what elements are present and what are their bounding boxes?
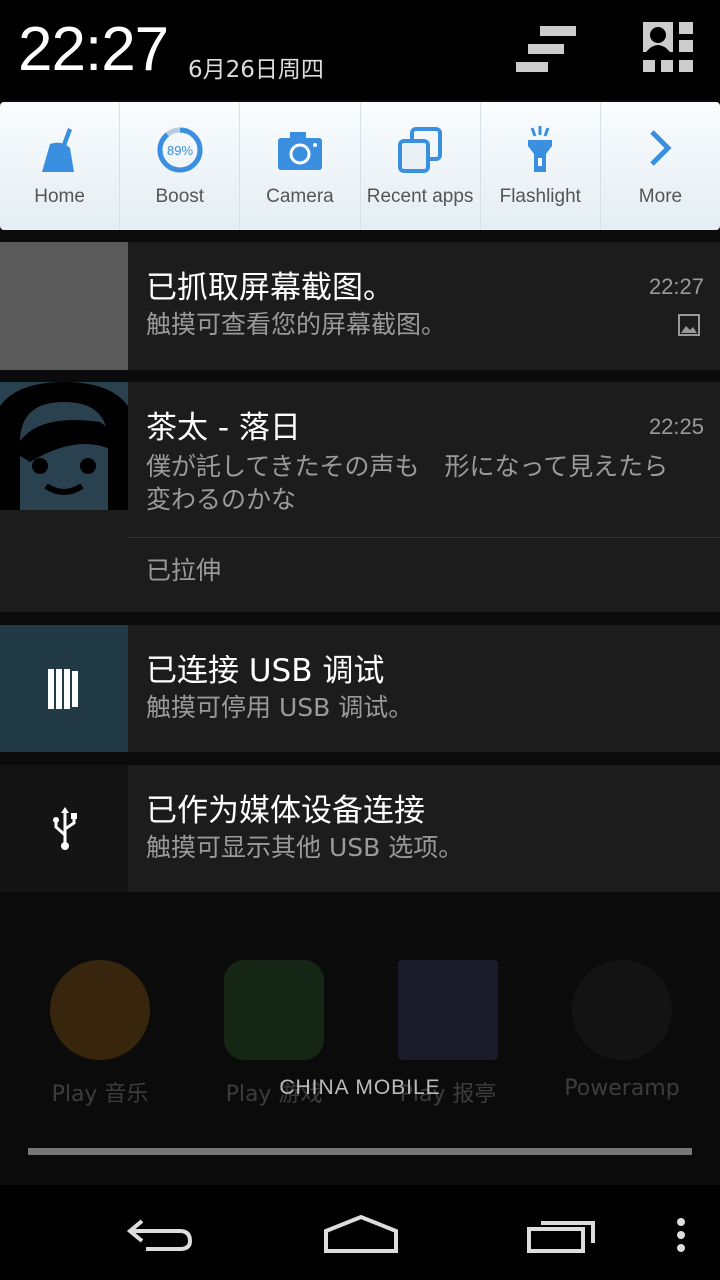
tile-label: Camera [266,186,334,207]
tile-camera[interactable]: Camera [240,102,361,230]
quick-panel: Home 89% Boost Camera Recent apps Flashli… [0,102,720,230]
notification-title: 已连接 USB 调试 [146,653,385,689]
notification-text: 触摸可显示其他 USB 选项。 [146,833,464,862]
notification-text: 僕が託してきたその声も 形になって見えたら変わるのかな [146,452,669,514]
chevron-right-icon [650,130,672,166]
notification-usb-media[interactable]: 已作为媒体设备连接 触摸可显示其他 USB 选项。 [0,765,720,892]
quick-settings-user-icon[interactable] [643,22,695,74]
menu-icon[interactable] [676,1217,686,1253]
boost-value: 89% [167,143,193,158]
tile-label: Flashlight [499,186,581,207]
broom-icon [41,128,74,172]
boost-gauge-icon: 89% [157,127,203,173]
tile-flashlight[interactable]: Flashlight [481,102,601,230]
tile-boost[interactable]: 89% Boost [120,102,241,230]
usb-icon [53,807,77,850]
navigation-bar [0,1185,720,1280]
home-icon[interactable] [324,1213,398,1253]
tile-home[interactable]: Home [0,102,121,230]
headphone-girl-icon [0,382,128,510]
notification-screenshot[interactable]: 已抓取屏幕截图。 触摸可查看您的屏幕截图。 22:27 [0,242,720,370]
notification-text: 触摸可停用 USB 调试。 [146,693,414,722]
tile-label: Recent apps [366,186,474,207]
tile-label: More [638,186,683,207]
carrier-label: CHINA MOBILE [279,1076,441,1099]
image-icon [678,314,700,336]
tile-label: Boost [155,186,205,207]
notification-settings-icon[interactable] [516,26,576,72]
date[interactable]: 6月26日周四 [188,50,324,84]
back-icon[interactable] [126,1217,194,1253]
recent-apps-icon [398,127,443,173]
flashlight-icon [528,126,553,172]
notification-text: 触摸可查看您的屏幕截图。 [146,310,447,339]
usb-debug-thumb [0,625,128,752]
clock: 22:27 [18,15,169,84]
screenshot-thumbnail [0,242,128,370]
usb-debug-icon [48,669,78,709]
camera-icon [277,132,322,170]
notification-action-button[interactable]: 已拉伸 [146,554,686,587]
notification-time: 22:25 [648,414,704,439]
notification-time: 22:27 [648,274,704,299]
tile-label: Home [34,186,85,207]
notification-usb-debug[interactable]: 已连接 USB 调试 触摸可停用 USB 调试。 [0,625,720,752]
tile-recent-apps[interactable]: Recent apps [361,102,481,230]
notification-music[interactable]: 茶太 - 落日 僕が託してきたその声も 形になって見えたら変わるのかな 22:2… [0,382,720,612]
notification-title: 已抓取屏幕截图。 [146,270,394,306]
tile-more[interactable]: More [601,102,720,230]
recents-icon[interactable] [527,1215,597,1255]
panel-drag-handle[interactable] [28,1148,692,1155]
notification-title: 茶太 - 落日 [146,410,301,446]
notification-header: 22:27 6月26日周四 [0,0,720,100]
divider [128,537,720,538]
usb-thumb [0,765,128,892]
notification-title: 已作为媒体设备连接 [146,793,425,829]
